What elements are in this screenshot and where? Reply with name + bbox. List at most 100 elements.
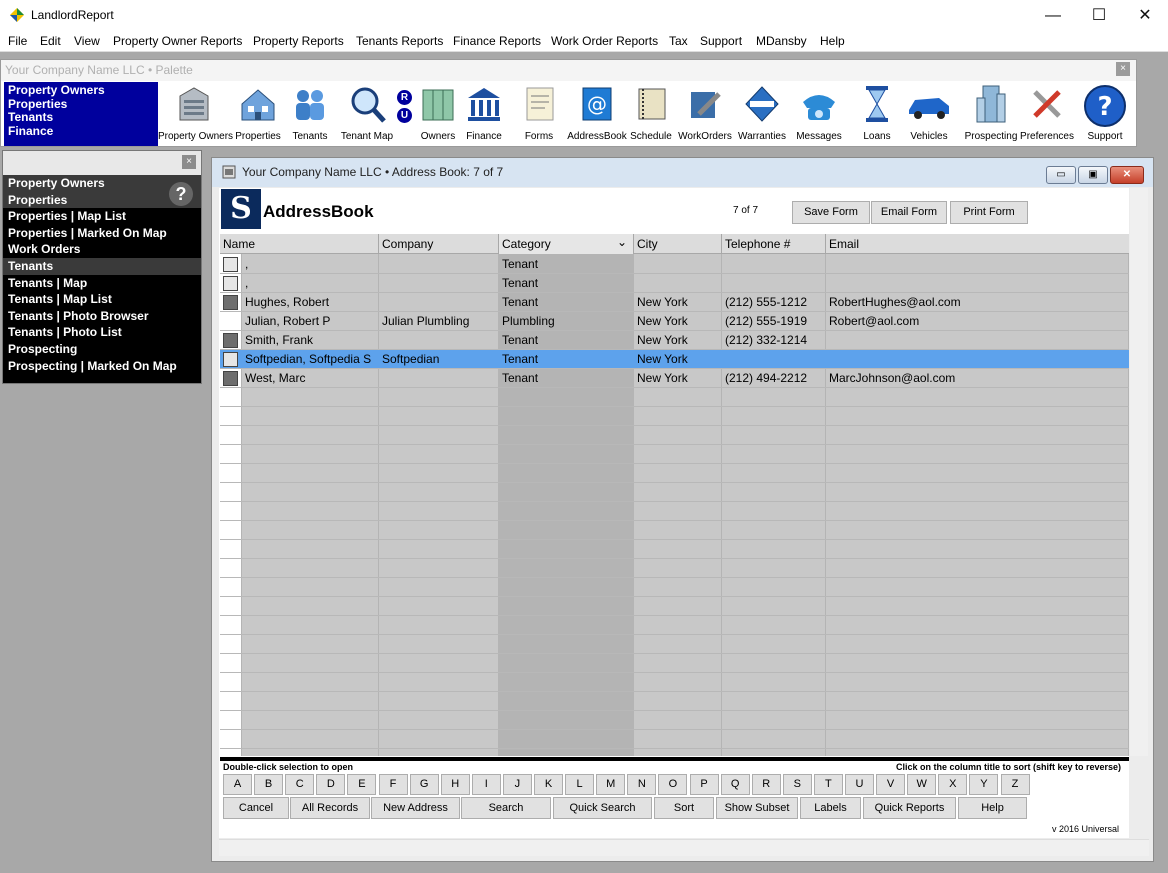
tool-ru-toggle[interactable]: R U [397,82,415,146]
tool-tenant-map[interactable]: Tenant Map [339,82,395,146]
tool-properties[interactable]: Properties [232,82,284,146]
window-maximize-button[interactable]: ▣ [1078,166,1108,184]
letter-filter-z[interactable]: Z [1000,774,1030,795]
sidebar-item-prospecting-marked-on-map[interactable]: Prospecting | Marked On Map [3,358,201,375]
letter-filter-o[interactable]: O [658,774,688,795]
letter-filter-j[interactable]: J [502,774,532,795]
letter-filter-l[interactable]: L [565,774,595,795]
sidebar-item-work-orders[interactable]: Work Orders [3,241,201,258]
sidebar-item-tenants-map-list[interactable]: Tenants | Map List [3,291,201,308]
column-header-city[interactable]: City [634,234,722,254]
palette-nav-finance[interactable]: Finance [8,124,154,139]
menu-property-owner-reports[interactable]: Property Owner Reports [113,34,242,48]
column-header-email[interactable]: Email [826,234,1129,254]
sidebar-item-properties-marked-on-map[interactable]: Properties | Marked On Map [3,225,201,242]
sidebar-item-tenants-map[interactable]: Tenants | Map [3,275,201,292]
horizontal-scrollbar[interactable] [219,839,1149,856]
window-minimize-button[interactable]: ▭ [1046,166,1076,184]
close-button[interactable]: ✕ [1122,0,1168,31]
letter-filter-p[interactable]: P [689,774,719,795]
letter-filter-d[interactable]: D [316,774,346,795]
palette-close-button[interactable]: × [1116,62,1130,76]
email-form-button[interactable]: Email Form [871,201,947,224]
tool-owners[interactable]: Owners [415,82,461,146]
tool-property-owners[interactable]: Property Owners [158,82,233,146]
menu-edit[interactable]: Edit [40,34,61,48]
letter-filter-i[interactable]: I [471,774,501,795]
tool-tenants[interactable]: Tenants [286,82,334,146]
print-form-button[interactable]: Print Form [950,201,1028,224]
show-subset-button[interactable]: Show Subset [716,797,798,819]
letter-filter-a[interactable]: A [223,774,252,795]
column-header-name[interactable]: Name [220,234,379,254]
sidebar-item-prospecting[interactable]: Prospecting [3,341,201,358]
table-row[interactable]: Hughes, Robert Tenant New York (212) 555-12… [220,293,1129,312]
menu-file[interactable]: File [8,34,27,48]
maximize-button[interactable]: ☐ [1076,0,1122,31]
letter-filter-t[interactable]: T [813,774,843,795]
tool-warranties[interactable]: Warranties [735,82,789,146]
letter-filter-s[interactable]: S [782,774,812,795]
table-row[interactable]: Smith, Frank Tenant New York (212) 332-1214 [220,331,1129,350]
letter-filter-e[interactable]: E [347,774,377,795]
help-button[interactable]: Help [958,797,1027,819]
tool-preferences[interactable]: Preferences [1019,82,1075,146]
menu-mdansby[interactable]: MDansby [756,34,807,48]
menu-property-reports[interactable]: Property Reports [253,34,344,48]
sidebar-item-properties-map-list[interactable]: Properties | Map List [3,208,201,225]
tool-finance[interactable]: Finance [461,82,507,146]
palette-nav-properties[interactable]: Properties [8,97,154,112]
menu-help[interactable]: Help [820,34,845,48]
tool-messages[interactable]: Messages [791,82,847,146]
letter-filter-n[interactable]: N [627,774,657,795]
palette-nav-property-owners[interactable]: Property Owners [8,83,154,98]
table-row[interactable]: , Tenant [220,255,1129,274]
letter-filter-r[interactable]: R [751,774,781,795]
save-form-button[interactable]: Save Form [792,201,870,224]
u-badge[interactable]: U [397,108,412,123]
palette-nav-tenants[interactable]: Tenants [8,110,154,125]
menu-support[interactable]: Support [700,34,742,48]
sidebar-item-tenants-photo-list[interactable]: Tenants | Photo List [3,324,201,341]
quick-reports-button[interactable]: Quick Reports [863,797,956,819]
letter-filter-m[interactable]: M [596,774,626,795]
minimize-button[interactable]: — [1030,0,1076,31]
table-row[interactable]: Julian, Robert P Julian Plumbling Plumblin… [220,312,1129,331]
new-address-button[interactable]: New Address [371,797,460,819]
all-records-button[interactable]: All Records [290,797,370,819]
letter-filter-k[interactable]: K [534,774,563,795]
sidebar-close-button[interactable]: × [182,155,196,169]
sidebar-item-tenants[interactable]: Tenants [3,257,201,275]
letter-filter-y[interactable]: Y [969,774,999,795]
table-row[interactable]: Softpedian, Softpedia S Softpedian Tenant N… [220,350,1129,369]
menu-tenants-reports[interactable]: Tenants Reports [356,34,443,48]
sidebar-item-tenants-photo-browser[interactable]: Tenants | Photo Browser [3,308,201,325]
cancel-button[interactable]: Cancel [223,797,289,819]
letter-filter-f[interactable]: F [378,774,408,795]
letter-filter-b[interactable]: B [254,774,284,795]
sort-button[interactable]: Sort [654,797,714,819]
quick-search-button[interactable]: Quick Search [553,797,652,819]
column-header-telephone[interactable]: Telephone # [722,234,826,254]
vertical-scrollbar[interactable] [1130,188,1148,756]
letter-filter-u[interactable]: U [845,774,874,795]
letter-filter-x[interactable]: X [938,774,968,795]
menu-view[interactable]: View [74,34,100,48]
tool-vehicles[interactable]: Vehicles [903,82,955,146]
letter-filter-v[interactable]: V [876,774,906,795]
tool-schedule[interactable]: Schedule [627,82,675,146]
letter-filter-w[interactable]: W [907,774,937,795]
letter-filter-g[interactable]: G [409,774,439,795]
table-row[interactable]: West, Marc Tenant New York (212) 494-2212 Ma… [220,369,1129,388]
labels-button[interactable]: Labels [800,797,861,819]
table-row[interactable]: , Tenant [220,274,1129,293]
tool-loans[interactable]: Loans [859,82,895,146]
window-close-button[interactable]: ✕ [1110,166,1144,184]
search-button[interactable]: Search [461,797,551,819]
tool-workorders[interactable]: WorkOrders [677,82,733,146]
sidebar-help-icon[interactable]: ? [169,182,193,206]
tool-prospecting[interactable]: Prospecting [963,82,1019,146]
menu-finance-reports[interactable]: Finance Reports [453,34,541,48]
letter-filter-h[interactable]: H [440,774,470,795]
tool-addressbook[interactable]: @ AddressBook [567,82,627,146]
